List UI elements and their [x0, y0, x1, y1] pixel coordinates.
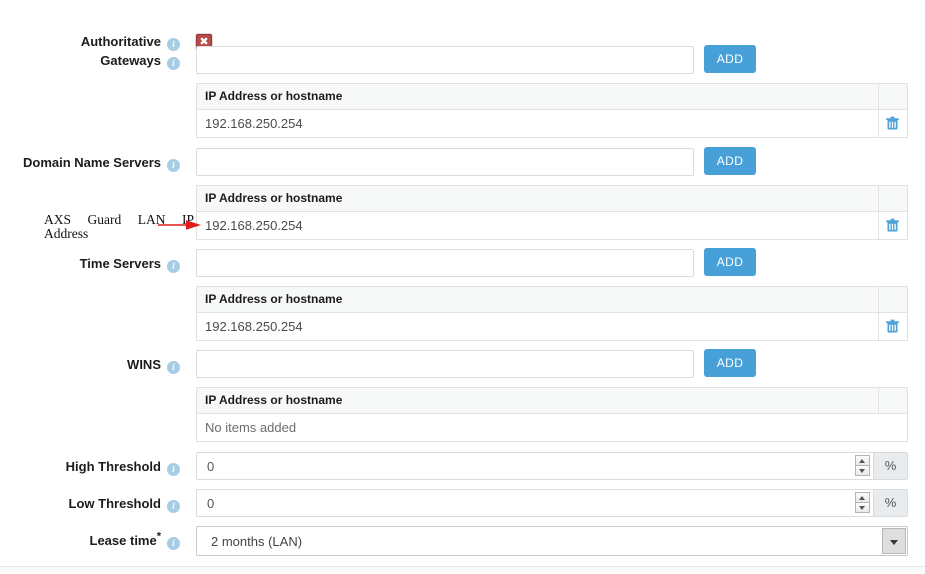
- info-icon[interactable]: i: [167, 260, 180, 273]
- label-low-threshold-text: Low Threshold: [68, 496, 161, 511]
- high-threshold-field[interactable]: [196, 452, 874, 480]
- domain-name-servers-input[interactable]: [196, 148, 694, 176]
- stepper-down-icon[interactable]: [855, 465, 870, 476]
- label-gateways-text: Gateways: [100, 53, 161, 68]
- table-divider: [878, 212, 879, 239]
- label-domain-name-servers-text: Domain Name Servers: [22, 155, 161, 170]
- trash-icon[interactable]: [884, 318, 901, 335]
- bottom-strip: [0, 567, 925, 574]
- cell-ip-value: 192.168.250.254: [205, 116, 303, 131]
- table-divider: [878, 388, 879, 413]
- info-icon[interactable]: i: [167, 38, 180, 51]
- table-header-row: IP Address or hostname: [197, 186, 907, 212]
- table-divider: [878, 287, 879, 312]
- trash-icon[interactable]: [884, 217, 901, 234]
- label-lease-time: Lease time* i: [0, 530, 180, 550]
- table-row-empty: No items added: [197, 414, 907, 441]
- cell-ip-value: 192.168.250.254: [205, 218, 303, 233]
- high-threshold-stepper[interactable]: [855, 455, 870, 477]
- info-icon[interactable]: i: [167, 361, 180, 374]
- gateways-add-button[interactable]: ADD: [704, 45, 756, 73]
- low-threshold-field[interactable]: [196, 489, 874, 517]
- table-header-row: IP Address or hostname: [197, 388, 907, 414]
- low-threshold-suffix: %: [874, 489, 908, 517]
- label-gateways: Gateways i: [0, 53, 180, 70]
- label-domain-name-servers: Domain Name Servers i: [0, 155, 180, 172]
- lease-time-select[interactable]: 2 months (LAN): [196, 526, 908, 556]
- label-high-threshold-text: High Threshold: [65, 459, 161, 474]
- time-servers-add-button[interactable]: ADD: [704, 248, 756, 276]
- column-header-ip: IP Address or hostname: [205, 292, 343, 306]
- table-divider: [878, 313, 879, 340]
- table-row: 192.168.250.254: [197, 110, 907, 137]
- info-icon[interactable]: i: [167, 500, 180, 513]
- table-divider: [878, 84, 879, 109]
- lease-time-selected-value: 2 months (LAN): [211, 534, 303, 549]
- stepper-down-icon[interactable]: [855, 502, 870, 513]
- column-header-ip: IP Address or hostname: [205, 191, 343, 205]
- info-icon[interactable]: i: [167, 537, 180, 550]
- label-time-servers: Time Servers i: [0, 256, 180, 273]
- table-header-row: IP Address or hostname: [197, 287, 907, 313]
- label-wins: WINS i: [0, 357, 180, 374]
- label-time-servers-text: Time Servers: [79, 256, 161, 271]
- empty-state-text: No items added: [205, 420, 297, 435]
- table-divider: [878, 186, 879, 211]
- wins-add-button[interactable]: ADD: [704, 349, 756, 377]
- domain-name-servers-table: IP Address or hostname 192.168.250.254: [196, 185, 908, 240]
- table-row: 192.168.250.254: [197, 313, 907, 340]
- label-lease-time-text: Lease time: [89, 533, 157, 548]
- gateways-input[interactable]: [196, 46, 694, 74]
- column-header-ip: IP Address or hostname: [205, 393, 343, 407]
- label-wins-text: WINS: [127, 357, 161, 372]
- table-header-row: IP Address or hostname: [197, 84, 907, 110]
- label-high-threshold: High Threshold i: [0, 459, 180, 476]
- info-icon[interactable]: i: [167, 463, 180, 476]
- domain-name-servers-add-button[interactable]: ADD: [704, 147, 756, 175]
- table-row: 192.168.250.254: [197, 212, 907, 239]
- info-icon[interactable]: i: [167, 159, 180, 172]
- time-servers-table: IP Address or hostname 192.168.250.254: [196, 286, 908, 341]
- gateways-table: IP Address or hostname 192.168.250.254: [196, 83, 908, 138]
- trash-icon[interactable]: [884, 115, 901, 132]
- annotation-arrow-icon: [158, 218, 202, 232]
- required-asterisk: *: [156, 530, 161, 543]
- high-threshold-suffix: %: [874, 452, 908, 480]
- wins-table: IP Address or hostname No items added: [196, 387, 908, 442]
- label-low-threshold: Low Threshold i: [0, 496, 180, 513]
- dhcp-settings-form: Authoritative i ✖ Gateways i ADD IP Addres…: [0, 0, 925, 574]
- info-icon[interactable]: i: [167, 57, 180, 70]
- chevron-down-icon[interactable]: [882, 528, 906, 554]
- cell-ip-value: 192.168.250.254: [205, 319, 303, 334]
- low-threshold-input[interactable]: [207, 496, 807, 511]
- high-threshold-input[interactable]: [207, 459, 807, 474]
- table-divider: [878, 110, 879, 137]
- column-header-ip: IP Address or hostname: [205, 89, 343, 103]
- label-authoritative: Authoritative i: [0, 34, 180, 51]
- time-servers-input[interactable]: [196, 249, 694, 277]
- label-authoritative-text: Authoritative: [80, 34, 161, 49]
- wins-input[interactable]: [196, 350, 694, 378]
- low-threshold-stepper[interactable]: [855, 492, 870, 514]
